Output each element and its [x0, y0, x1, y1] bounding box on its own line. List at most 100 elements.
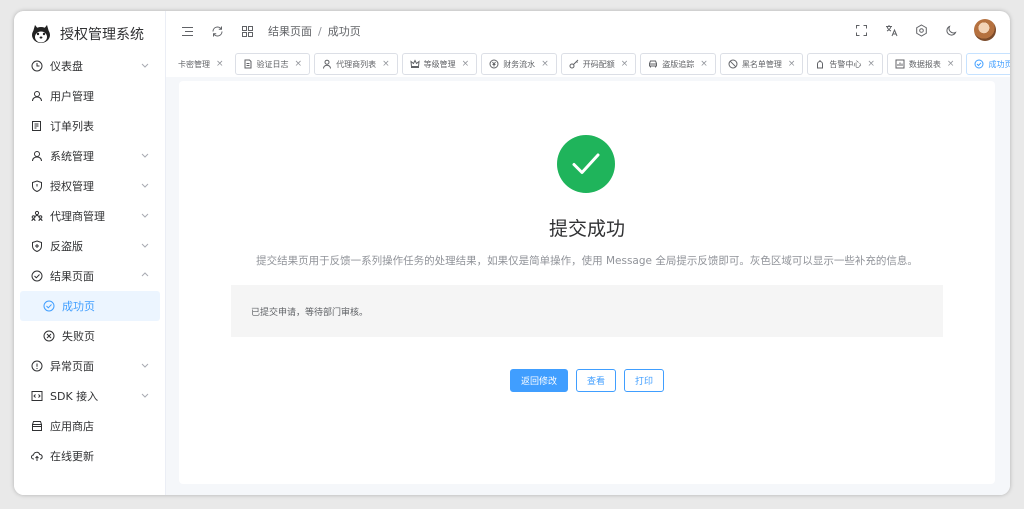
close-icon[interactable]: × [216, 59, 224, 69]
user-icon [322, 59, 332, 69]
close-icon[interactable]: × [700, 59, 708, 69]
user-icon [30, 89, 44, 103]
close-icon[interactable]: × [541, 59, 549, 69]
sidebar-item-dashboard[interactable]: 仪表盘 [14, 51, 166, 81]
app-title: 授权管理系统 [60, 27, 144, 43]
sidebar-item-sdk[interactable]: SDK 接入 [14, 381, 166, 411]
tab-label: 盗版追踪 [662, 59, 695, 69]
breadcrumb-item[interactable]: 结果页面 [268, 23, 312, 39]
close-icon[interactable]: × [947, 59, 955, 69]
cloud-upload-icon [30, 449, 44, 463]
sidebar-item-success-page[interactable]: 成功页 [20, 291, 160, 321]
sidebar-item-label: 订单列表 [50, 120, 94, 133]
tab-label: 黑名单管理 [741, 59, 782, 69]
header-actions [854, 19, 996, 41]
tab-alert-center[interactable]: 告警中心 × [807, 53, 883, 75]
sidebar-item-system[interactable]: 系统管理 [14, 141, 166, 171]
translate-icon[interactable] [884, 23, 898, 37]
tab-label: 财务流水 [503, 59, 536, 69]
tab-success-page[interactable]: 成功页× [966, 53, 1010, 75]
result-actions: 返回修改 查看 打印 [179, 369, 995, 392]
tab-label: 代理商列表 [336, 59, 377, 69]
close-icon[interactable]: × [462, 59, 470, 69]
top-header: 结果页面 / 成功页 [166, 11, 1010, 51]
close-circle-icon [42, 329, 56, 343]
chevron-down-icon [141, 393, 149, 398]
list-icon [30, 119, 44, 133]
menu-fold-icon[interactable] [180, 24, 194, 38]
settings-icon[interactable] [914, 23, 928, 37]
result-subtitle: 提交结果页用于反馈一系列操作任务的处理结果，如果仅是简单操作，使用 Messag… [256, 255, 918, 267]
sidebar-item-label: 反盗版 [50, 240, 83, 253]
sidebar-item-antipiracy[interactable]: 反盗版 [14, 231, 166, 261]
extra-text: 已提交申请，等待部门审核。 [251, 308, 369, 318]
clock-icon [30, 59, 44, 73]
back-edit-button[interactable]: 返回修改 [509, 369, 568, 392]
tab-verify-log[interactable]: 验证日志 × [234, 53, 311, 75]
sidebar-item-agents[interactable]: 代理商管理 [14, 201, 166, 231]
tab-label: 成功页 [988, 59, 1010, 69]
chevron-down-icon [141, 363, 149, 368]
sidebar-item-app-store[interactable]: 应用商店 [14, 411, 166, 441]
tab-blacklist[interactable]: 黑名单管理 × [719, 53, 804, 75]
sidebar-item-license[interactable]: 授权管理 [14, 171, 166, 201]
result-title: 提交成功 [548, 218, 625, 240]
tab-label: 数据报表 [908, 59, 941, 69]
sidebar-item-exception-pages[interactable]: 异常页面 [14, 351, 166, 381]
sidebar-item-label: 异常页面 [50, 360, 94, 373]
result-card: 提交成功 提交结果页用于反馈一系列操作任务的处理结果，如果仅是简单操作，使用 M… [179, 81, 995, 484]
shield-plus-icon [30, 239, 44, 253]
sidebar: 授权管理系统 仪表盘 用户管理 订单列表 系统管理 授权管理 代理商管理 反盗版… [14, 11, 166, 495]
tab-data-report[interactable]: 数据报表 × [886, 53, 963, 75]
close-icon[interactable]: × [867, 59, 875, 69]
sidebar-item-users[interactable]: 用户管理 [14, 81, 166, 111]
refresh-icon[interactable] [210, 24, 224, 38]
moon-icon[interactable] [944, 23, 958, 37]
tab-finance-flow[interactable]: 财务流水 × [481, 53, 557, 75]
tab-piracy-tracking[interactable]: 盗版追踪 × [640, 53, 716, 75]
chevron-down-icon [141, 243, 149, 248]
key-icon [569, 59, 579, 69]
tab-code-quota[interactable]: 开码配额 × [560, 53, 637, 75]
close-icon[interactable]: × [295, 59, 303, 69]
close-icon[interactable]: × [788, 59, 796, 69]
check-circle-icon [30, 269, 44, 283]
breadcrumb-item-current: 成功页 [327, 25, 361, 38]
block-icon [728, 59, 738, 69]
sidebar-item-fail-page[interactable]: 失败页 [14, 321, 166, 351]
sidebar-item-result-pages[interactable]: 结果页面 [14, 261, 166, 291]
sidebar-item-orders[interactable]: 订单列表 [14, 111, 166, 141]
success-check-icon [557, 135, 615, 193]
view-button[interactable]: 查看 [575, 369, 616, 392]
car-icon [648, 59, 658, 69]
tab-label: 开码配额 [582, 59, 615, 69]
shield-icon [30, 179, 44, 193]
alarm-icon [815, 59, 825, 69]
close-icon[interactable]: × [621, 59, 629, 69]
print-button[interactable]: 打印 [624, 369, 665, 392]
tab-agent-list[interactable]: 代理商列表 × [314, 53, 398, 75]
sidebar-item-label: 系统管理 [50, 150, 94, 163]
tab-card-keys[interactable]: 卡密管理 × [174, 53, 231, 75]
logo[interactable]: 授权管理系统 [30, 21, 144, 47]
tab-label: 等级管理 [423, 59, 456, 69]
user-avatar[interactable] [974, 19, 996, 41]
code-icon [30, 389, 44, 403]
grid-icon[interactable] [240, 24, 254, 38]
breadcrumb: 结果页面 / 成功页 [268, 23, 361, 39]
sidebar-item-label: 代理商管理 [50, 210, 105, 223]
husky-logo-icon [30, 23, 52, 45]
tab-level-manage[interactable]: 等级管理 × [401, 53, 478, 75]
fullscreen-icon[interactable] [854, 23, 868, 37]
sidebar-item-label: 授权管理 [50, 180, 94, 193]
document-icon [243, 59, 253, 69]
check-circle-icon [42, 299, 56, 313]
sidebar-item-online-update[interactable]: 在线更新 [14, 441, 166, 471]
sidebar-menu: 仪表盘 用户管理 订单列表 系统管理 授权管理 代理商管理 反盗版 结果页面 成… [14, 51, 166, 471]
tab-label: 验证日志 [256, 59, 289, 69]
chart-icon [895, 59, 905, 69]
close-icon[interactable]: × [382, 59, 390, 69]
tab-label: 卡密管理 [178, 59, 210, 69]
chevron-down-icon [141, 63, 149, 68]
result-extra-info: 已提交申请，等待部门审核。 [231, 285, 943, 337]
